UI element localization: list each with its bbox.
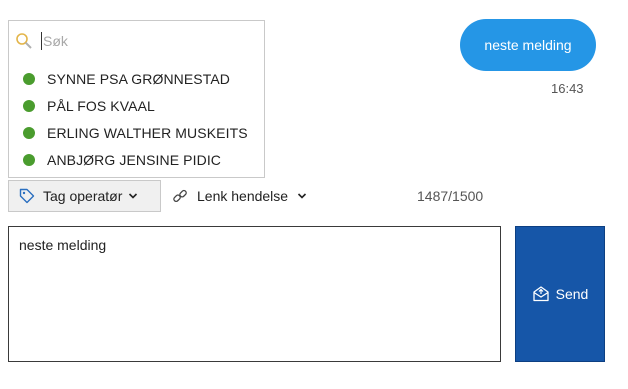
search-icon — [16, 33, 32, 49]
operator-list: SYNNE PSA GRØNNESTAD PÅL FOS KVAAL ERLIN… — [23, 65, 248, 173]
message-timestamp: 16:43 — [551, 81, 584, 96]
status-online-icon — [23, 153, 35, 166]
operator-item[interactable]: ANBJØRG JENSINE PIDIC — [23, 146, 248, 173]
tag-operator-label: Tag operatør — [43, 188, 123, 204]
send-button[interactable]: Send — [515, 226, 605, 362]
chevron-down-icon — [298, 193, 307, 199]
link-icon — [173, 189, 187, 203]
operator-search-input[interactable] — [41, 32, 243, 50]
link-incident-label: Lenk hendelse — [197, 188, 289, 204]
chat-page: SYNNE PSA GRØNNESTAD PÅL FOS KVAAL ERLIN… — [0, 0, 628, 389]
chevron-down-icon — [129, 193, 138, 199]
tag-operator-button[interactable]: Tag operatør — [8, 180, 161, 212]
message-input[interactable] — [8, 226, 501, 362]
operator-name: SYNNE PSA GRØNNESTAD — [47, 70, 231, 87]
character-counter: 1487/1500 — [417, 188, 484, 204]
link-incident-button[interactable]: Lenk hendelse — [172, 180, 307, 212]
operator-dropdown: SYNNE PSA GRØNNESTAD PÅL FOS KVAAL ERLIN… — [8, 20, 265, 178]
sent-message-bubble: neste melding — [460, 19, 596, 71]
status-online-icon — [23, 126, 35, 139]
operator-search-row — [15, 27, 259, 55]
operator-item[interactable]: SYNNE PSA GRØNNESTAD — [23, 65, 248, 92]
status-online-icon — [23, 72, 35, 85]
operator-name: PÅL FOS KVAAL — [47, 97, 155, 114]
operator-name: ANBJØRG JENSINE PIDIC — [47, 151, 222, 168]
sent-message-text: neste melding — [484, 37, 572, 53]
operator-item[interactable]: ERLING WALTHER MUSKEITS — [23, 119, 248, 146]
send-label: Send — [555, 286, 589, 302]
status-online-icon — [23, 99, 35, 112]
envelope-send-icon — [532, 286, 549, 302]
operator-item[interactable]: PÅL FOS KVAAL — [23, 92, 248, 119]
operator-name: ERLING WALTHER MUSKEITS — [47, 124, 248, 141]
tag-icon — [19, 188, 35, 204]
